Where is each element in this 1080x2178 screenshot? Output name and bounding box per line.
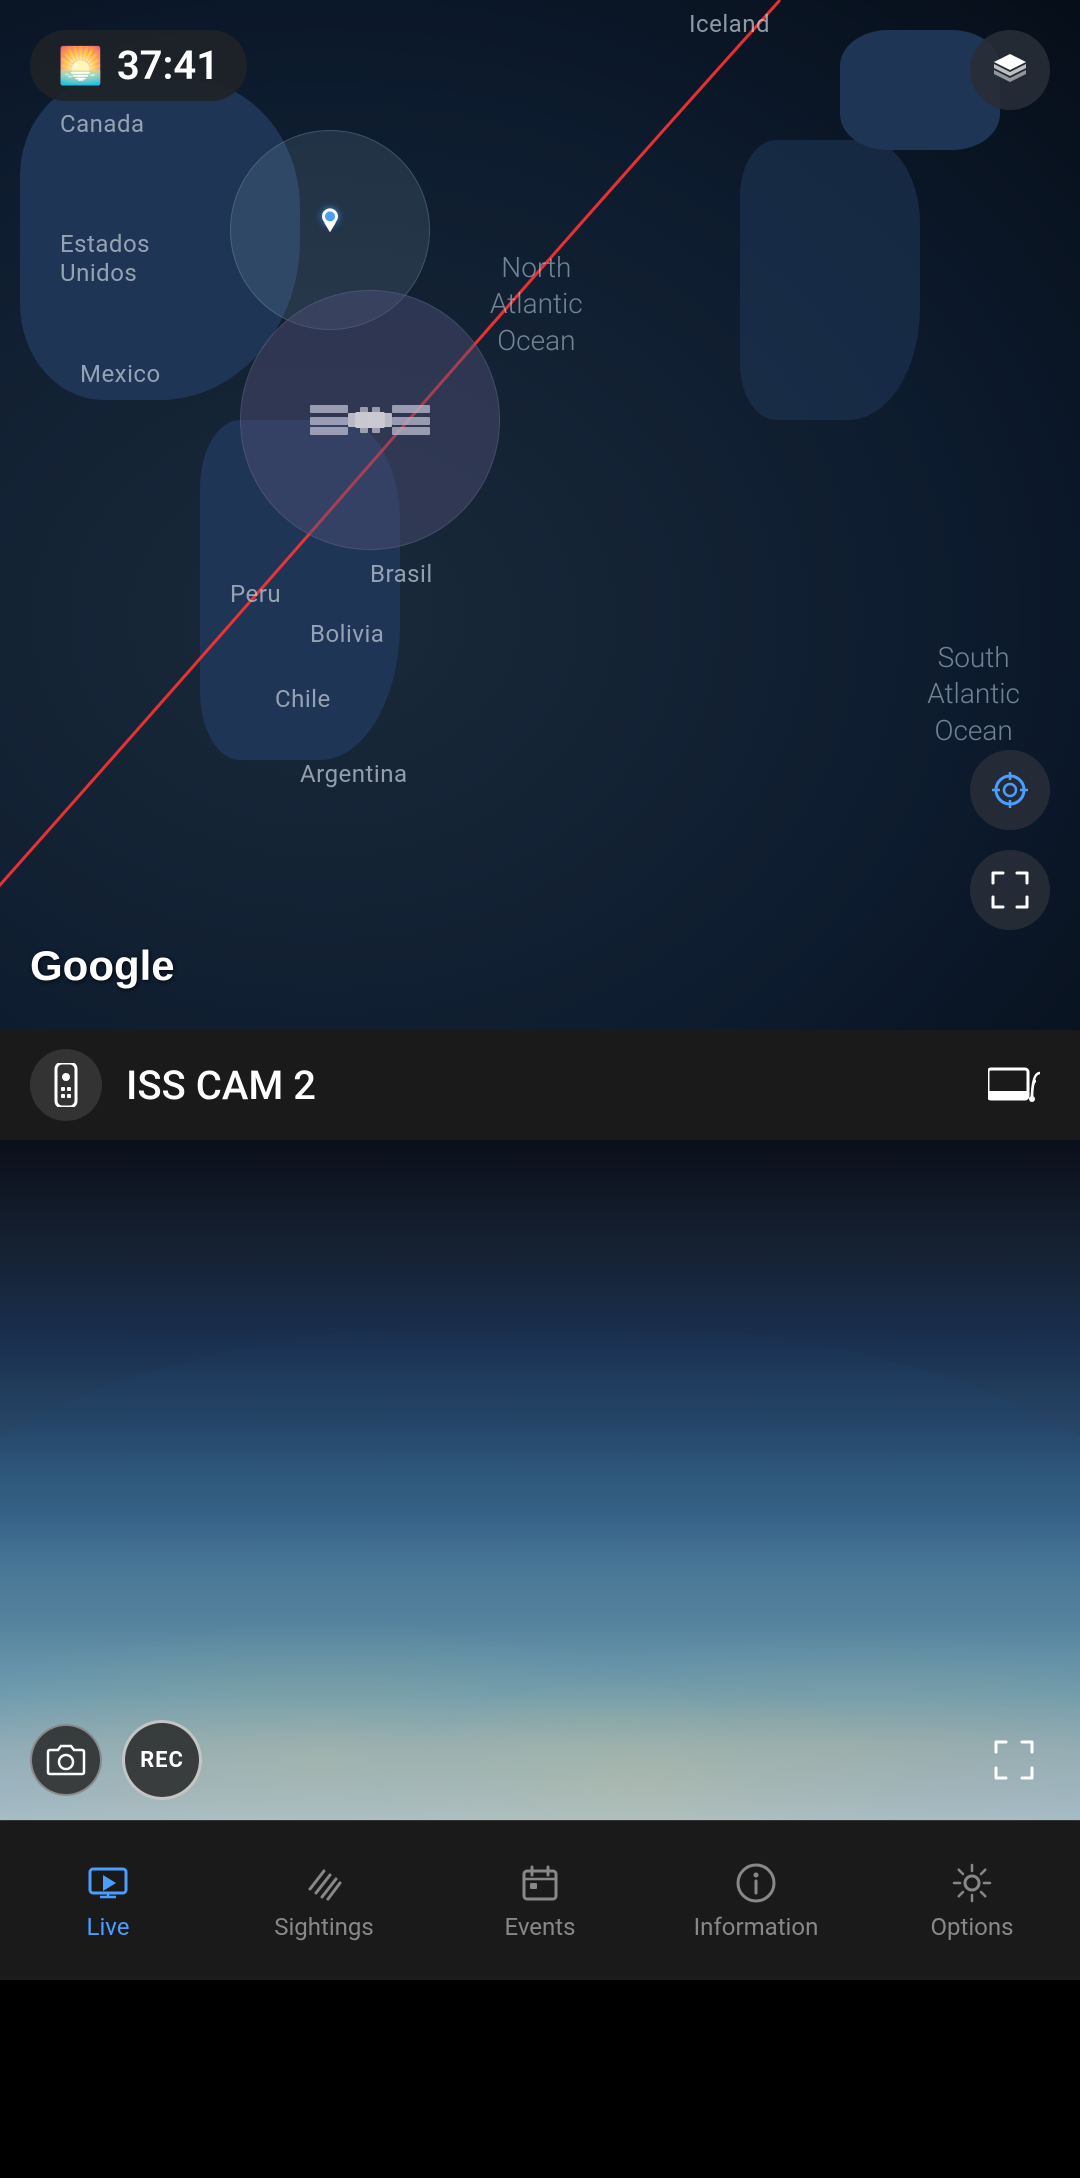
google-watermark: Google [30,942,175,990]
nav-item-sightings[interactable]: Sightings [216,1851,432,1951]
cast-button[interactable] [978,1049,1050,1121]
nav-item-options[interactable]: Options [864,1851,1080,1951]
target-iss-button[interactable] [970,750,1050,830]
nav-live-label: Live [87,1913,130,1941]
user-pin-marker [316,208,344,244]
layers-icon [990,50,1030,90]
camera-feed[interactable]: REC [0,1140,1080,1820]
camera-header: ISS CAM 2 [0,1030,1080,1140]
nav-item-information[interactable]: Information [648,1851,864,1951]
camera-photo-icon [46,1742,86,1778]
nav-events-label: Events [504,1913,575,1941]
iss-icon [310,385,430,455]
nav-live-icon [86,1861,130,1905]
sunset-timer: 🌅 37:41 [30,30,247,101]
nav-information-label: Information [694,1913,819,1941]
camera-title: ISS CAM 2 [126,1062,954,1109]
target-icon [988,768,1032,812]
remote-icon [48,1063,84,1107]
camera-fullscreen-button[interactable] [978,1724,1050,1796]
channel-button[interactable] [30,1049,102,1121]
map-fullscreen-button[interactable] [970,850,1050,930]
nav-sightings-label: Sightings [274,1913,374,1941]
nav-item-live[interactable]: Live [0,1851,216,1951]
camera-section: ISS CAM 2 REC [0,1030,1080,1820]
continent-africa [740,140,920,420]
camera-controls: REC [0,1720,1080,1800]
nav-options-icon [950,1861,994,1905]
rec-label: REC [140,1748,184,1773]
sunset-countdown: 37:41 [117,42,219,89]
nav-sightings-icon [302,1861,346,1905]
layers-button[interactable] [970,30,1050,110]
fullscreen-icon [989,869,1031,911]
sunset-icon: 🌅 [58,45,103,87]
iss-marker[interactable] [240,290,500,550]
nav-options-label: Options [930,1913,1013,1941]
map-view[interactable]: Canada EstadosUnidos Mexico Peru Brasil … [0,0,1080,1030]
user-pin-tail [324,222,336,232]
nav-events-icon [518,1861,562,1905]
cast-icon [988,1063,1040,1107]
nav-information-icon [734,1861,778,1905]
record-button[interactable]: REC [122,1720,202,1800]
bottom-navigation: Live Sightings Events Information [0,1820,1080,1980]
camera-fullscreen-icon [992,1738,1036,1782]
photo-button[interactable] [30,1724,102,1796]
nav-item-events[interactable]: Events [432,1851,648,1951]
